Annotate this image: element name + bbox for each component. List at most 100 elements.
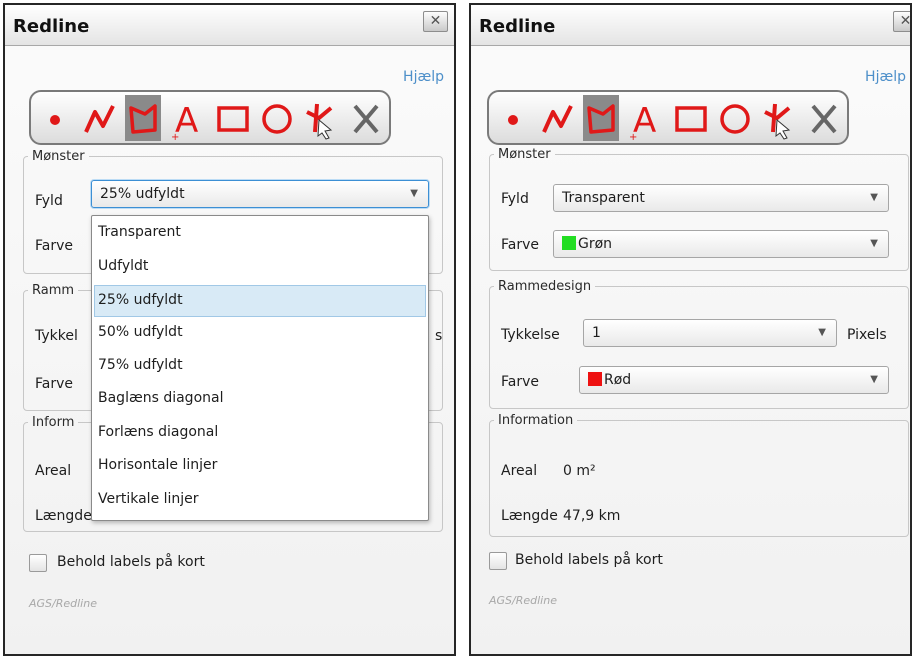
areal-label: Areal <box>501 463 538 479</box>
help-link[interactable]: Hjælp <box>403 69 444 85</box>
point-tool-button[interactable] <box>37 95 73 141</box>
rammedesign-legend: Rammedesign <box>498 279 592 294</box>
edit-tool-button[interactable] <box>301 95 337 141</box>
keep-labels-label: Behold labels på kort <box>515 552 663 568</box>
dropdown-option[interactable]: Horisontale linjer <box>94 450 426 482</box>
keep-labels-checkbox[interactable] <box>489 552 507 570</box>
circle-tool-button[interactable] <box>717 95 753 141</box>
chevron-down-icon: ▼ <box>870 192 878 203</box>
panel-title: Redline <box>13 16 90 37</box>
dropdown-option-selected[interactable]: 25% udfyldt <box>94 285 426 317</box>
farve-label: Farve <box>35 238 74 254</box>
fyld-dropdown-list: Transparent Udfyldt 25% udfyldt 50% udfy… <box>91 215 429 521</box>
keep-labels-checkbox[interactable] <box>29 554 47 572</box>
help-link[interactable]: Hjælp <box>865 69 906 85</box>
line-tool-button[interactable] <box>539 95 575 141</box>
rectangle-tool-button[interactable] <box>673 95 709 141</box>
fyld-label: Fyld <box>501 191 529 207</box>
dropdown-option[interactable]: Udfyldt <box>94 251 426 283</box>
chevron-down-icon: ▼ <box>818 327 826 338</box>
ramme-farve-label: Farve <box>35 376 74 392</box>
chevron-down-icon: ▼ <box>870 374 878 385</box>
dropdown-option[interactable]: Transparent <box>94 217 426 249</box>
text-tool-button[interactable]: A + <box>171 95 207 141</box>
circle-tool-icon <box>262 104 292 134</box>
dropdown-option[interactable]: Baglæns diagonal <box>94 383 426 415</box>
line-tool-icon <box>542 105 573 133</box>
edit-tool-icon <box>306 103 333 140</box>
rammedesign-legend: Ramm <box>32 283 75 298</box>
svg-text:+: + <box>171 132 179 140</box>
circle-tool-button[interactable] <box>259 95 295 141</box>
circle-tool-icon <box>720 104 750 134</box>
green-swatch <box>562 236 576 250</box>
ramme-farve-label: Farve <box>501 374 540 390</box>
farve-select-value: Grøn <box>578 236 613 252</box>
panel-title: Redline <box>479 16 556 37</box>
footer-text: AGS/Redline <box>489 594 557 607</box>
tykkelse-select[interactable]: 1 ▼ <box>583 319 837 347</box>
fyld-select[interactable]: Transparent ▼ <box>553 184 889 212</box>
dropdown-option[interactable]: Vertikale linjer <box>94 484 426 516</box>
delete-tool-icon <box>811 104 837 134</box>
delete-tool-icon <box>353 104 379 134</box>
svg-text:+: + <box>629 132 637 140</box>
close-button[interactable]: ✕ <box>893 11 912 32</box>
point-tool-icon <box>508 115 518 125</box>
moenster-legend: Mønster <box>498 147 551 162</box>
rectangle-tool-icon <box>217 106 249 132</box>
close-button[interactable]: ✕ <box>423 11 448 32</box>
fyld-label: Fyld <box>35 193 63 209</box>
x-icon: ✕ <box>899 13 912 29</box>
title-bar: Redline ✕ <box>471 5 910 46</box>
point-tool-button[interactable] <box>495 95 531 141</box>
polygon-tool-button[interactable] <box>583 95 619 141</box>
fyld-select-value: Transparent <box>562 190 645 206</box>
areal-label: Areal <box>35 463 72 479</box>
tykkelse-label: Tykkel <box>35 328 78 344</box>
tykkelse-label: Tykkelse <box>501 327 560 343</box>
areal-value: 0 m² <box>563 463 596 479</box>
text-tool-button[interactable]: A + <box>629 95 665 141</box>
farve-label: Farve <box>501 237 540 253</box>
ramme-farve-select[interactable]: Rød ▼ <box>579 366 889 394</box>
point-tool-icon <box>50 115 60 125</box>
drawing-toolbar: A + <box>29 90 391 145</box>
laengde-label: Længde <box>501 508 558 524</box>
polygon-tool-icon <box>129 104 157 134</box>
polygon-tool-button[interactable] <box>125 95 161 141</box>
polygon-tool-icon <box>587 104 615 134</box>
keep-labels-label: Behold labels på kort <box>57 554 205 570</box>
pixels-label: s <box>435 328 443 344</box>
redline-panel-left: Redline ✕ Hjælp A + Mønster Fyld 25% udf… <box>3 3 456 656</box>
delete-tool-button[interactable] <box>805 95 841 141</box>
edit-tool-icon <box>764 103 791 140</box>
chevron-down-icon: ▼ <box>410 188 418 199</box>
footer-text: AGS/Redline <box>29 597 97 610</box>
chevron-down-icon: ▼ <box>870 238 878 249</box>
information-legend: Inform <box>32 415 75 430</box>
x-icon: ✕ <box>429 13 442 29</box>
fyld-select-value: 25% udfyldt <box>100 186 185 202</box>
redline-panel-right: Redline ✕ Hjælp A + Mønster Fyld Transpa… <box>469 3 912 656</box>
rectangle-tool-icon <box>675 106 707 132</box>
tykkelse-select-value: 1 <box>592 325 601 341</box>
line-tool-icon <box>84 105 115 133</box>
text-tool-icon: A+ <box>171 101 198 140</box>
title-bar: Redline ✕ <box>5 5 454 46</box>
pixels-label: Pixels <box>847 327 887 343</box>
farve-select[interactable]: Grøn ▼ <box>553 230 889 258</box>
rectangle-tool-button[interactable] <box>215 95 251 141</box>
laengde-value: 47,9 km <box>563 508 621 524</box>
fyld-select[interactable]: 25% udfyldt ▼ <box>91 180 429 208</box>
dropdown-option[interactable]: Forlæns diagonal <box>94 417 426 449</box>
text-tool-icon: A+ <box>629 101 656 140</box>
edit-tool-button[interactable] <box>759 95 795 141</box>
line-tool-button[interactable] <box>81 95 117 141</box>
dropdown-option[interactable]: 75% udfyldt <box>94 350 426 382</box>
delete-tool-button[interactable] <box>347 95 383 141</box>
red-swatch <box>588 372 602 386</box>
dropdown-option[interactable]: 50% udfyldt <box>94 317 426 349</box>
drawing-toolbar: A + <box>487 90 849 145</box>
ramme-farve-select-value: Rød <box>604 372 632 388</box>
